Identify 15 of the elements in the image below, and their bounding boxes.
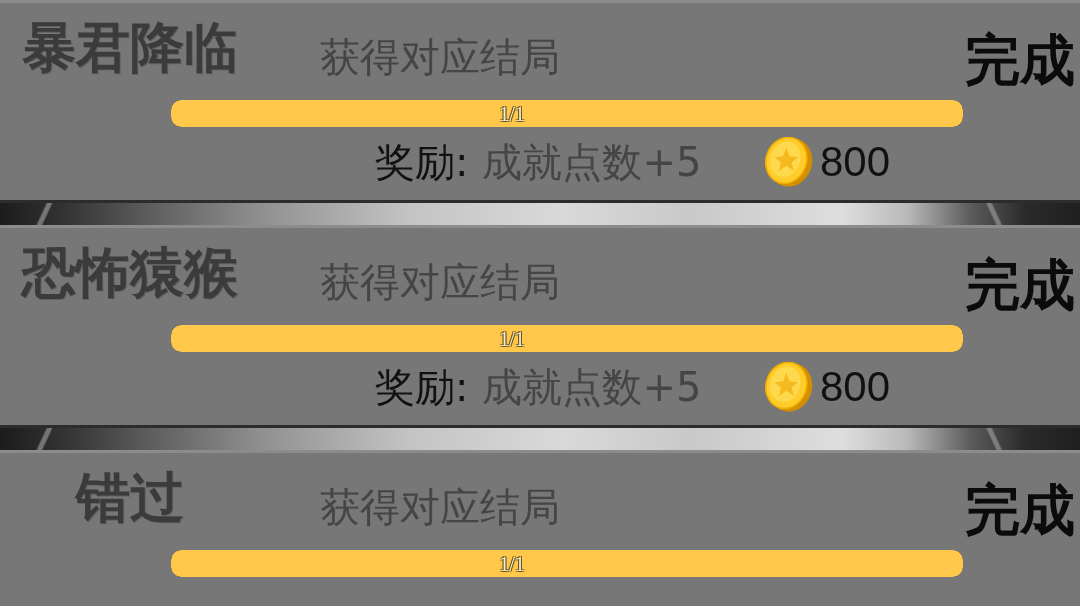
status-label: 完成: [965, 33, 1075, 88]
progress-text: 1/1: [499, 328, 525, 349]
progress-text: 1/1: [499, 103, 525, 124]
coin-amount: 800: [820, 141, 891, 183]
status-label: 完成: [965, 258, 1075, 313]
achievement-title: 恐怖猿猴: [22, 246, 238, 300]
coin-icon: [765, 362, 813, 412]
status-label: 完成: [965, 483, 1075, 538]
coin-icon: [765, 137, 813, 187]
achievement-title: 暴君降临: [22, 21, 238, 75]
progress-text: 1/1: [499, 553, 525, 574]
coin-amount: 800: [820, 366, 891, 408]
achievement-title: 错过: [76, 471, 184, 525]
reward-label: 奖励:: [375, 367, 469, 407]
reward-label: 奖励:: [375, 142, 469, 182]
